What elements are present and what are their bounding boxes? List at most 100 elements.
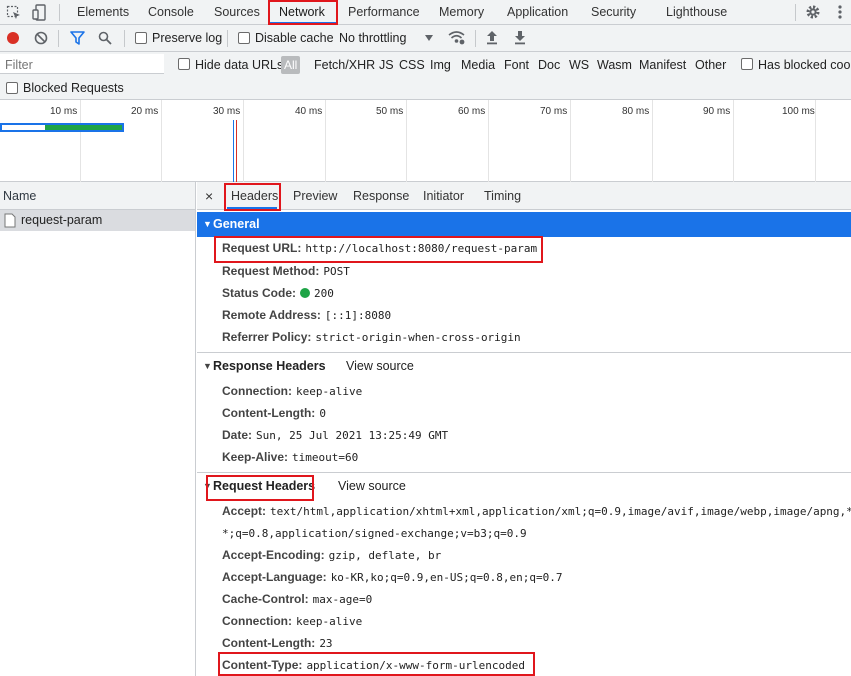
network-conditions-wifi-icon[interactable] [448,30,465,45]
device-toolbar-icon[interactable] [32,4,48,21]
status-ok-dot-icon [300,288,311,298]
filter-funnel-icon[interactable] [70,31,85,45]
general-section-header[interactable]: ▼ General [197,212,851,237]
blocked-requests-checkbox[interactable] [6,82,18,94]
tab-performance[interactable]: Performance [348,0,420,25]
header-row: Connection: keep-alive [222,614,363,628]
preserve-log-label: Preserve log [152,31,223,45]
type-filter-font[interactable]: Font [504,58,529,72]
preserve-log-checkbox[interactable] [135,32,147,44]
response-headers-section-header[interactable]: ▼ Response Headers View source [197,354,851,379]
clear-icon[interactable] [34,31,48,45]
header-row: Connection: keep-alive [222,384,363,398]
header-row: Status Code: 200 [222,286,334,300]
network-overview-timeline[interactable]: 10 ms 20 ms 30 ms 40 ms 50 ms 60 ms 70 m… [0,100,851,182]
filter-input[interactable]: Filter [5,58,33,72]
type-filter-fetch-xhr[interactable]: Fetch/XHR [314,58,375,72]
type-filter-media[interactable]: Media [461,58,495,72]
hide-data-urls-checkbox[interactable] [178,58,190,70]
header-row: Accept-Encoding: gzip, deflate, br [222,548,442,562]
timeline-tick-label: 20 ms [131,106,159,117]
request-view-source-link[interactable]: View source [338,474,406,499]
network-toolbar: Preserve log Disable cache No throttling [0,25,851,52]
load-event-marker [236,120,237,182]
type-filter-img[interactable]: Img [430,58,451,72]
type-filter-wasm[interactable]: Wasm [597,58,632,72]
content-type-highlight [218,652,535,676]
has-blocked-cookies-checkbox[interactable] [741,58,753,70]
request-url-highlight [214,236,543,263]
type-filter-doc[interactable]: Doc [538,58,560,72]
response-view-source-link[interactable]: View source [346,354,414,379]
header-row: Accept-Language: ko-KR,ko;q=0.9,en-US;q=0… [222,570,563,584]
type-filter-ws[interactable]: WS [569,58,589,72]
disable-cache-checkbox[interactable] [238,32,250,44]
search-icon[interactable] [98,31,112,45]
general-section-title: General [213,217,260,231]
export-har-download-icon[interactable] [514,30,526,45]
tab-preview[interactable]: Preview [293,182,337,210]
network-tab-highlight [268,0,338,25]
dom-content-loaded-marker [233,120,234,182]
tab-sources[interactable]: Sources [214,0,260,25]
hide-data-urls-label: Hide data URLs [195,58,284,72]
type-filter-js[interactable]: JS [379,58,394,72]
header-row: Content-Length: 0 [222,406,326,420]
blocked-requests-bar: Blocked Requests [0,78,851,100]
timeline-tick-label: 60 ms [458,106,486,117]
type-filter-manifest[interactable]: Manifest [639,58,686,72]
devtools-tab-bar: Elements Console Sources Network Perform… [0,0,851,25]
timeline-tick-label: 40 ms [295,106,323,117]
timeline-tick-label: 50 ms [376,106,404,117]
header-row: Accept: text/html,application/xhtml+xml,a… [222,504,851,518]
header-row: Cache-Control: max-age=0 [222,592,373,606]
has-blocked-cookies-label: Has blocked cook [758,58,851,72]
headers-tab-highlight [224,183,281,211]
dropdown-caret-icon[interactable] [425,35,433,41]
throttling-select[interactable]: No throttling [339,31,406,45]
settings-gear-icon[interactable] [805,4,821,20]
request-headers-highlight [206,475,314,501]
response-headers-title: Response Headers [213,359,326,373]
disable-cache-label: Disable cache [255,31,334,45]
tab-lighthouse[interactable]: Lighthouse [666,0,727,25]
tab-application[interactable]: Application [507,0,568,25]
filter-bar: Filter Hide data URLs All Fetch/XHR JS C… [0,52,851,78]
tab-timing[interactable]: Timing [484,182,521,210]
record-icon[interactable] [6,31,20,45]
import-har-upload-icon[interactable] [486,30,498,45]
header-row: Referrer Policy: strict-origin-when-cross… [222,330,521,344]
request-name-panel: Name request-param [0,182,196,676]
detail-tab-bar: × Headers Preview Response Initiator Tim… [197,182,851,211]
document-file-icon [4,213,16,228]
timeline-tick-label: 10 ms [50,106,78,117]
inspect-element-icon[interactable] [6,5,22,21]
type-filter-all[interactable]: All [281,56,301,74]
request-row[interactable]: request-param [0,210,195,231]
expand-triangle-icon: ▼ [203,361,212,371]
header-row: Request Method: POST [222,264,350,278]
request-detail-panel: × Headers Preview Response Initiator Tim… [197,182,851,676]
tab-memory[interactable]: Memory [439,0,484,25]
tab-initiator[interactable]: Initiator [423,182,464,210]
name-column-header[interactable]: Name [0,182,195,210]
tab-response[interactable]: Response [353,182,409,210]
close-detail-button[interactable]: × [205,182,213,210]
more-options-icon[interactable] [836,4,844,20]
tab-security[interactable]: Security [591,0,636,25]
timeline-request-bar [0,123,124,132]
expand-triangle-icon: ▼ [203,219,212,229]
blocked-requests-label: Blocked Requests [23,81,124,95]
type-filter-css[interactable]: CSS [399,58,425,72]
header-row: Remote Address: [::1]:8080 [222,308,392,322]
timeline-tick-label: 100 ms [782,106,815,117]
type-filter-other[interactable]: Other [695,58,726,72]
header-row-continuation: *;q=0.8,application/signed-exchange;v=b3… [222,527,527,540]
header-row: Content-Length: 23 [222,636,333,650]
request-name: request-param [21,213,103,227]
tab-console[interactable]: Console [148,0,194,25]
timeline-tick-label: 70 ms [540,106,568,117]
tab-elements[interactable]: Elements [77,0,129,25]
timeline-tick-label: 30 ms [213,106,241,117]
timeline-tick-label: 90 ms [703,106,731,117]
